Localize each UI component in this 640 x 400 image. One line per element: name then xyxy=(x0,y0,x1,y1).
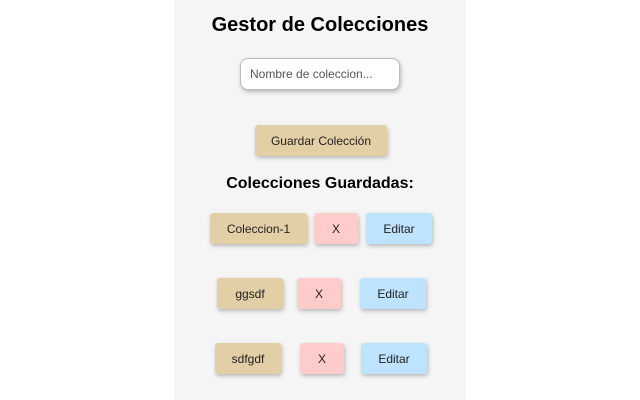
save-collection-button[interactable]: Guardar Colección xyxy=(255,125,387,156)
collection-row: sdfgdf X Editar xyxy=(174,343,466,374)
edit-collection-button[interactable]: Editar xyxy=(366,213,432,244)
collection-row: ggsdf X Editar xyxy=(174,278,466,309)
collection-name-input[interactable] xyxy=(240,58,400,90)
collection-name-button[interactable]: sdfgdf xyxy=(215,343,281,374)
collection-manager-panel: Gestor de Colecciones Guardar Colección … xyxy=(174,0,466,400)
edit-collection-button[interactable]: Editar xyxy=(361,343,427,374)
page-title: Gestor de Colecciones xyxy=(211,14,429,36)
saved-collections-heading: Colecciones Guardadas: xyxy=(226,175,414,192)
delete-collection-button[interactable]: X xyxy=(300,343,344,374)
edit-collection-button[interactable]: Editar xyxy=(360,278,426,309)
collection-name-button[interactable]: Coleccion-1 xyxy=(210,213,307,244)
collection-row: Coleccion-1 X Editar xyxy=(174,213,466,244)
collection-name-button[interactable]: ggsdf xyxy=(217,278,283,309)
delete-collection-button[interactable]: X xyxy=(314,213,358,244)
delete-collection-button[interactable]: X xyxy=(297,278,341,309)
